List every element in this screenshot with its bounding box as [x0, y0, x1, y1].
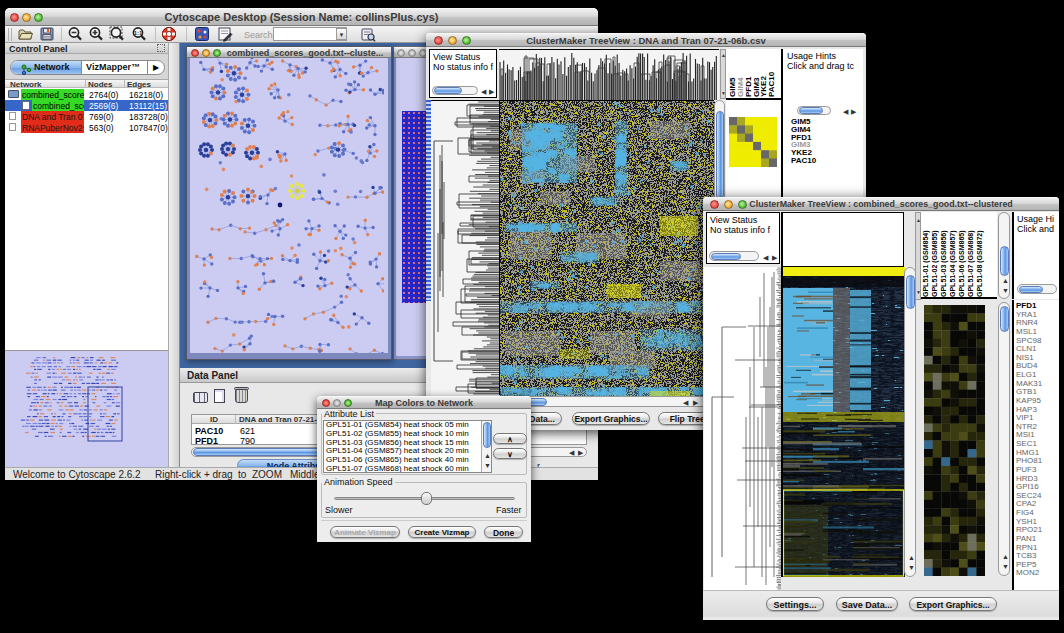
svg-text:1:1: 1:1 — [134, 30, 143, 36]
